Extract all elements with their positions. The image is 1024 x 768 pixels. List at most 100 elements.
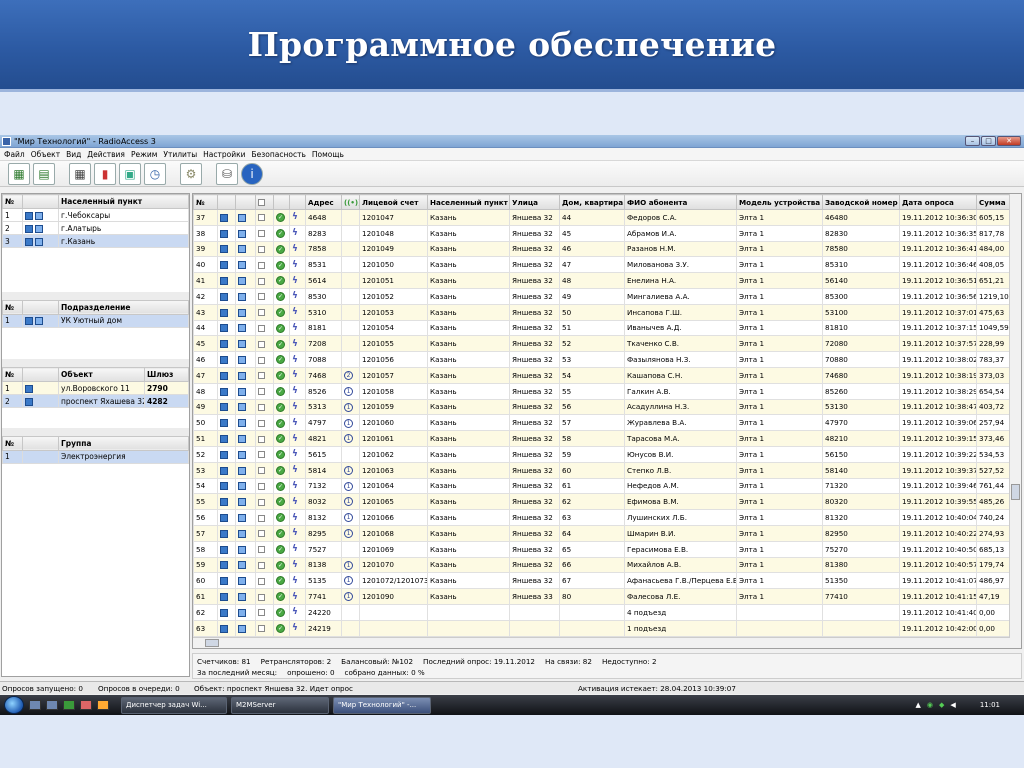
table-row[interactable]: 57 ✓ ϟ 8295 1 1201068 Казань Яншева 32 64 Шмарин … xyxy=(193,524,1021,542)
table-row[interactable]: 63 ✓ ϟ 24219 1 подъезд 19.11.2012 10:42:00 0,0… xyxy=(193,619,1021,637)
minimize-button[interactable]: – xyxy=(965,136,980,146)
row-checkbox[interactable] xyxy=(258,482,265,490)
row-checkbox[interactable] xyxy=(258,498,265,506)
row-checkbox[interactable] xyxy=(258,245,265,253)
row-checkbox[interactable] xyxy=(258,514,265,522)
table-row[interactable]: 38 ✓ ϟ 8283 1201048 Казань Яншева 32 45 Абрамов … xyxy=(193,224,1021,242)
close-button[interactable]: ✕ xyxy=(997,136,1021,146)
col-town[interactable]: Населенный пункт xyxy=(58,194,189,209)
menu-file[interactable]: Файл xyxy=(4,150,25,159)
browser-icon[interactable] xyxy=(97,700,109,710)
table-view-icon[interactable]: ▦ xyxy=(69,162,91,185)
clock[interactable]: 11:01 xyxy=(980,701,1000,709)
menu-view[interactable]: Вид xyxy=(66,150,81,159)
list-item[interactable]: 2 проспект Яхашева 32 4282 xyxy=(2,394,189,408)
list-item[interactable]: 3 г.Казань xyxy=(2,234,189,248)
row-checkbox[interactable] xyxy=(258,340,265,348)
col-serial[interactable]: Заводской номер xyxy=(822,194,900,210)
table-row[interactable]: 45 ✓ ϟ 7208 1201055 Казань Яншева 32 52 Ткаченко… xyxy=(193,335,1021,353)
add-document-icon[interactable]: ▤ xyxy=(33,162,55,185)
row-checkbox[interactable] xyxy=(258,577,265,585)
col-town[interactable]: Населенный пункт xyxy=(427,194,510,210)
col-subscriber[interactable]: ФИО абонента xyxy=(624,194,737,210)
table-row[interactable]: 53 ✓ ϟ 5814 1 1201063 Казань Яншева 32 60 Степко … xyxy=(193,461,1021,479)
col-num[interactable]: № xyxy=(2,194,23,209)
row-checkbox[interactable] xyxy=(258,625,265,633)
table-row[interactable]: 56 ✓ ϟ 8132 1 1201066 Казань Яншева 32 63 Лушинск… xyxy=(193,509,1021,526)
settings-icon[interactable]: ⚙ xyxy=(180,162,202,185)
menu-settings[interactable]: Настройки xyxy=(203,150,245,159)
table-row[interactable]: 60 ✓ ϟ 5135 1 1201072/1201073 Казань Яншева 32 6… xyxy=(193,572,1021,590)
scroll-thumb[interactable] xyxy=(1011,484,1020,500)
row-checkbox[interactable] xyxy=(258,277,265,285)
list-item[interactable]: 1 Электроэнергия xyxy=(2,449,189,464)
menu-mode[interactable]: Режим xyxy=(131,150,157,159)
volume-icon[interactable]: ◀ xyxy=(950,701,955,709)
list-item[interactable]: 2 г.Алатырь xyxy=(2,221,189,235)
col-object[interactable]: Объект xyxy=(58,367,145,382)
row-checkbox[interactable] xyxy=(258,561,265,569)
row-checkbox[interactable] xyxy=(258,261,265,269)
table-row[interactable]: 46 ✓ ϟ 7088 1201056 Казань Яншева 32 53 Фазыляно… xyxy=(193,351,1021,368)
col-account[interactable]: Лицевой счет xyxy=(359,194,428,210)
table-row[interactable]: 61 ✓ ϟ 7741 1 1201090 Казань Яншева 33 80 Фалесов… xyxy=(193,588,1021,605)
table-row[interactable]: 54 ✓ ϟ 7132 1 1201064 Казань Яншева 32 61 Нефедов… xyxy=(193,477,1021,495)
menu-actions[interactable]: Действия xyxy=(87,150,125,159)
table-row[interactable]: 39 ✓ ϟ 7858 1201049 Казань Яншева 32 46 Разанов … xyxy=(193,240,1021,258)
show-desktop-icon[interactable] xyxy=(29,700,41,710)
start-button[interactable] xyxy=(4,696,24,714)
col-num[interactable]: № xyxy=(2,299,23,315)
table-row[interactable]: 48 ✓ ϟ 8526 1 1201058 Казань Яншева 32 55 Галкин … xyxy=(193,382,1021,400)
maximize-button[interactable]: □ xyxy=(981,136,996,146)
select-all-checkbox[interactable] xyxy=(258,199,265,206)
table-row[interactable]: 42 ✓ ϟ 8530 1201052 Казань Яншева 32 49 Мингалие… xyxy=(193,287,1021,305)
table-row[interactable]: 37 ✓ ϟ 4648 1201047 Казань Яншева 32 44 Федоров … xyxy=(193,209,1021,226)
row-checkbox[interactable] xyxy=(258,293,265,301)
row-checkbox[interactable] xyxy=(258,530,265,538)
table-row[interactable]: 58 ✓ ϟ 7527 1201069 Казань Яншева 32 65 Герасимо… xyxy=(193,540,1021,558)
row-checkbox[interactable] xyxy=(258,356,265,364)
col-street[interactable]: Улица xyxy=(509,194,560,210)
col-gateway[interactable]: Шлюз xyxy=(144,367,189,382)
table-row[interactable]: 55 ✓ ϟ 8032 1 1201065 Казань Яншева 32 62 Ефимова… xyxy=(193,493,1021,511)
row-checkbox[interactable] xyxy=(258,609,265,617)
list-item[interactable]: 1 УК Уютный дом xyxy=(2,313,189,328)
table-row[interactable]: 59 ✓ ϟ 8138 1 1201070 Казань Яншева 32 66 Михайло… xyxy=(193,556,1021,574)
row-checkbox[interactable] xyxy=(258,309,265,317)
horizontal-scrollbar[interactable] xyxy=(193,637,1010,648)
row-checkbox[interactable] xyxy=(258,214,265,222)
network-icon[interactable]: ◉ xyxy=(927,701,933,709)
quicklaunch-icon[interactable] xyxy=(46,700,58,710)
menu-security[interactable]: Безопасность xyxy=(252,150,306,159)
col-num[interactable]: № xyxy=(2,367,23,382)
row-checkbox[interactable] xyxy=(258,451,265,459)
table-row[interactable]: 51 ✓ ϟ 4821 1 1201061 Казань Яншева 32 58 Тарасов… xyxy=(193,430,1021,447)
quicklaunch-icon[interactable] xyxy=(63,700,75,710)
task-item[interactable]: Диспетчер задач Wi... xyxy=(121,696,227,714)
menu-object[interactable]: Объект xyxy=(31,150,60,159)
table-row[interactable]: 50 ✓ ϟ 4797 1 1201060 Казань Яншева 32 57 Журавле… xyxy=(193,414,1021,432)
map-icon[interactable]: ▣ xyxy=(119,162,141,185)
clock-icon[interactable]: ◷ xyxy=(144,162,166,185)
row-checkbox[interactable] xyxy=(258,324,265,332)
task-item[interactable]: M2MServer xyxy=(231,696,329,714)
database-icon[interactable]: ⛁ xyxy=(216,162,238,185)
col-group[interactable]: Группа xyxy=(58,435,189,451)
menu-help[interactable]: Помощь xyxy=(312,150,344,159)
row-checkbox[interactable] xyxy=(258,593,265,601)
tray-up-icon[interactable]: ▲ xyxy=(916,701,921,709)
row-checkbox[interactable] xyxy=(258,403,265,411)
row-checkbox[interactable] xyxy=(258,372,265,380)
row-checkbox[interactable] xyxy=(258,388,265,396)
list-item[interactable]: 1 ул.Воровского 11 2790 xyxy=(2,381,189,395)
table-row[interactable]: 44 ✓ ϟ 8181 1201054 Казань Яншева 32 51 Иванычев… xyxy=(193,319,1021,337)
table-row[interactable]: 52 ✓ ϟ 5615 1201062 Казань Яншева 32 59 Юнусов В… xyxy=(193,445,1021,463)
col-house[interactable]: Дом, квартира xyxy=(559,194,625,210)
col-poll-date[interactable]: Дата опроса xyxy=(899,194,977,210)
table-row[interactable]: 40 ✓ ϟ 8531 1201050 Казань Яншева 32 47 Миловано… xyxy=(193,256,1021,274)
row-checkbox[interactable] xyxy=(258,435,265,443)
col-device-model[interactable]: Модель устройства xyxy=(736,194,823,210)
list-item[interactable]: 1 г.Чебоксары xyxy=(2,208,189,222)
bar-chart-icon[interactable]: ▮ xyxy=(94,162,116,185)
task-item-active[interactable]: "Мир Технологий" -... xyxy=(333,696,431,714)
